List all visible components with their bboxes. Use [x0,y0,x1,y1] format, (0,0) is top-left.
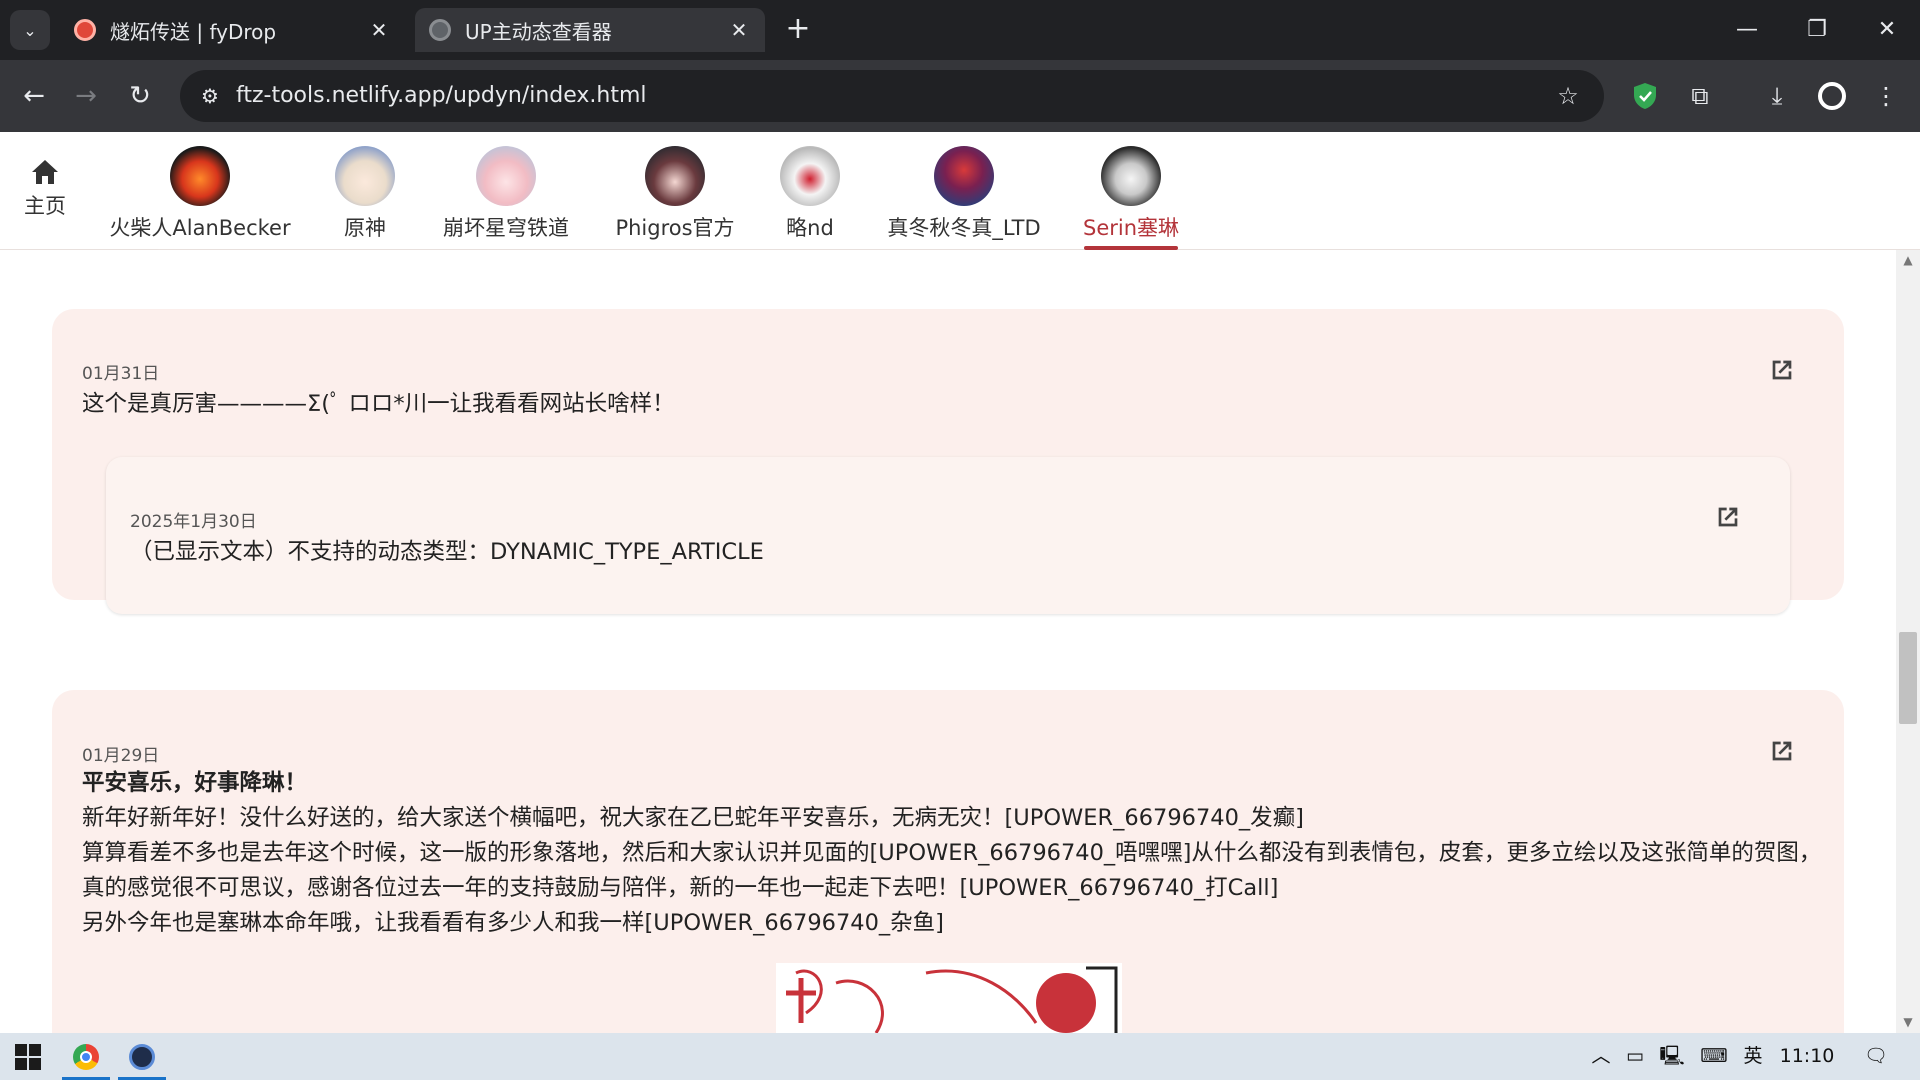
extensions-puzzle-icon[interactable]: ⧉ [1680,76,1720,116]
show-hidden-icons-chevron-icon[interactable]: ︿ [1586,1033,1616,1080]
up-item-phigros[interactable]: Phigros官方 [612,146,738,250]
windows-taskbar: ︿ ▭ 🖳 ⌨ 英 11:10 🗨 [0,1033,1920,1080]
post-card: 01月29日 平安喜乐，好事降琳！ 新年好新年好！没什么好送的，给大家送个横幅吧… [52,690,1844,1033]
minimize-button[interactable]: — [1722,10,1772,50]
up-selector-bar: 主页 火柴人AlanBecker 原神 崩坏星穹铁道 Phigros官方 略nd… [0,132,1920,250]
taskbar-app-2[interactable] [114,1033,170,1080]
scroll-down-arrow-icon[interactable]: ▼ [1902,1016,1914,1028]
up-item-lvend[interactable]: 略nd [770,146,850,250]
up-item-mafuyu[interactable]: 真冬秋冬真_LTD [884,146,1044,250]
browser-tab-updyn[interactable]: UP主动态查看器 ✕ [415,8,765,52]
home-label: 主页 [24,194,66,218]
up-item-genshin[interactable]: 原神 [330,146,400,250]
download-icon[interactable]: ⤓ [1757,76,1797,116]
page-scrollbar[interactable]: ▲ ▼ [1896,250,1920,1033]
tab-search-button[interactable]: ⌄ [10,10,50,50]
battery-icon[interactable]: ▭ [1620,1033,1650,1080]
avatar [170,146,230,206]
forwarded-post-date: 2025年1月30日 [130,512,257,532]
chevron-down-icon: ⌄ [23,20,37,40]
avatar [934,146,994,206]
up-item-serin[interactable]: Serin塞琳 [1082,146,1180,250]
fydrop-favicon-icon [74,19,96,41]
bookmark-star-icon[interactable]: ☆ [1552,80,1584,112]
chrome-icon [73,1043,99,1070]
post-body: 平安喜乐，好事降琳！ 新年好新年好！没什么好送的，给大家送个横幅吧，祝大家在乙巳… [82,766,1822,941]
up-name: Phigros官方 [615,216,735,240]
keyboard-icon[interactable]: ⌨ [1694,1033,1734,1080]
tab-title: 燧炻传送 | fyDrop [110,19,277,44]
post-card: 01月31日 这个是真厉害————Σ(ﾟ ロロ*川一让我看看网站长啥样！ 202… [52,309,1844,614]
avatar [335,146,395,206]
post-date: 01月29日 [82,746,160,766]
post-date: 01月31日 [82,364,160,384]
up-item-starrail[interactable]: 崩坏星穹铁道 [440,146,572,250]
app-icon [129,1043,155,1070]
scrollbar-thumb[interactable] [1899,632,1917,724]
scroll-up-arrow-icon[interactable]: ▲ [1902,254,1914,266]
up-name: 略nd [786,216,834,240]
reload-button[interactable]: ↻ [120,76,160,116]
avatar [780,146,840,206]
ime-indicator[interactable]: 英 [1738,1033,1768,1080]
post-image[interactable] [776,963,1122,1033]
url-text[interactable]: ftz-tools.netlify.app/updyn/index.html [236,70,647,122]
up-item-alanbecker[interactable]: 火柴人AlanBecker [109,146,291,250]
post-title: 平安喜乐，好事降琳！ [82,770,308,796]
post-line: 另外今年也是塞琳本命年哦，让我看看有多少人和我一样[UPOWER_6679674… [82,910,944,936]
open-external-icon[interactable] [1766,354,1798,386]
post-text: 这个是真厉害————Σ(ﾟ ロロ*川一让我看看网站长啥样！ [82,391,675,417]
taskbar-chrome[interactable] [58,1033,114,1080]
up-name: 崩坏星穹铁道 [443,216,569,240]
open-external-icon[interactable] [1766,735,1798,767]
close-icon[interactable]: ✕ [367,18,391,42]
active-tab-indicator [1084,246,1178,250]
browser-tab-fydrop[interactable]: 燧炻传送 | fyDrop ✕ [60,8,405,52]
up-name: 原神 [344,216,386,240]
browser-tab-strip: ⌄ 燧炻传送 | fyDrop ✕ UP主动态查看器 ✕ + — ❐ ✕ [0,0,1920,60]
avatar [1101,146,1161,206]
shield-extension-icon[interactable] [1625,76,1665,116]
site-info-icon[interactable]: ⚙ [194,80,226,112]
forwarded-post-card: 2025年1月30日 （已显示文本）不支持的动态类型：DYNAMIC_TYPE_… [106,457,1790,614]
avatar [645,146,705,206]
up-name: Serin塞琳 [1082,216,1180,240]
close-icon[interactable]: ✕ [727,18,751,42]
restore-button[interactable]: ❐ [1792,10,1842,50]
notification-center-icon[interactable]: 🗨 [1856,1033,1896,1080]
close-window-button[interactable]: ✕ [1862,10,1912,50]
home-icon [32,160,58,184]
home-nav-item[interactable]: 主页 [20,158,70,220]
new-tab-button[interactable]: + [780,12,816,48]
post-line: 新年好新年好！没什么好送的，给大家送个横幅吧，祝大家在乙巳蛇年平安喜乐，无病无灾… [82,805,1304,831]
start-button[interactable] [0,1033,56,1080]
open-external-icon[interactable] [1712,501,1744,533]
back-button[interactable]: ← [14,76,54,116]
forward-button[interactable]: → [66,76,106,116]
clock[interactable]: 11:10 [1774,1033,1840,1080]
dynamic-feed: 01月31日 这个是真厉害————Σ(ﾟ ロロ*川一让我看看网站长啥样！ 202… [0,132,1900,1033]
address-bar[interactable]: ⚙ ftz-tools.netlify.app/updyn/index.html… [180,70,1604,122]
up-name: 火柴人AlanBecker [109,216,291,240]
post-line: 算算看差不多也是去年这个时候，这一版的形象落地，然后和大家认识并见面的[UPOW… [82,840,1822,901]
avatar [476,146,536,206]
windows-logo-icon [15,1043,41,1070]
more-menu-icon[interactable]: ⋮ [1866,76,1906,116]
browser-toolbar: ← → ↻ ⚙ ftz-tools.netlify.app/updyn/inde… [0,60,1920,132]
tab-title: UP主动态查看器 [465,19,612,44]
page-content: 01月31日 这个是真厉害————Σ(ﾟ ロロ*川一让我看看网站长啥样！ 202… [0,132,1920,1033]
up-name: 真冬秋冬真_LTD [887,216,1041,240]
network-icon[interactable]: 🖳 [1656,1033,1688,1080]
forwarded-post-text: （已显示文本）不支持的动态类型：DYNAMIC_TYPE_ARTICLE [130,539,764,565]
profile-avatar[interactable] [1812,76,1852,116]
globe-icon [429,19,451,41]
